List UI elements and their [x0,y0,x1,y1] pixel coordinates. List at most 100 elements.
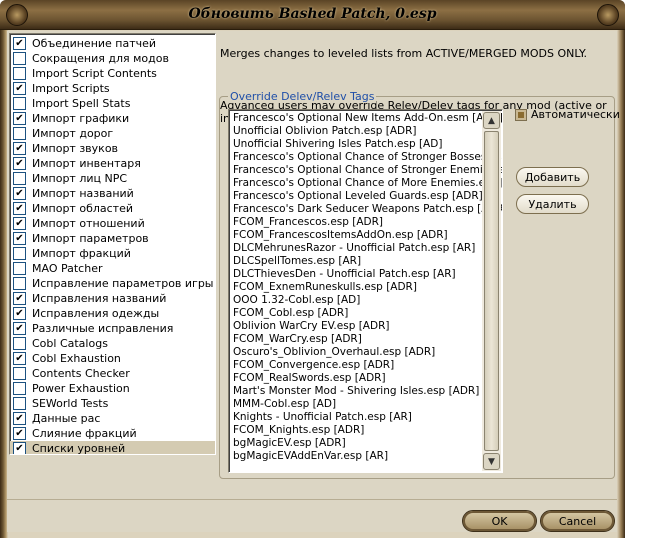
mod-list-item[interactable]: Unofficial Shivering Isles Patch.esp [AD… [233,138,442,151]
patcher-item-checkbox[interactable] [13,397,26,410]
patcher-item-label: MAO Patcher [32,262,103,275]
patcher-item-checkbox[interactable] [13,127,26,140]
patcher-item-checkbox[interactable] [13,157,26,170]
mod-list-item[interactable]: bgMagicEVAddEnVar.esp [AR] [233,450,388,463]
patcher-item[interactable]: Cobl Catalogs [10,336,215,351]
patcher-item-checkbox[interactable] [13,247,26,260]
patcher-checklist[interactable]: Объединение патчей Сокращения для модов Im… [9,33,216,455]
patcher-item-checkbox[interactable] [13,232,26,245]
mod-list-item[interactable]: Francesco's Optional Chance of Stronger … [233,151,502,164]
mod-list-item[interactable]: DLCSpellTomes.esp [AR] [233,255,361,268]
mod-list-item[interactable]: Mart's Monster Mod - Shivering Isles.esp… [233,385,479,398]
patcher-item[interactable]: Import Scripts [10,81,215,96]
patcher-item-checkbox[interactable] [13,142,26,155]
mod-list-item[interactable]: Francesco's Optional Chance of More Enem… [233,177,502,190]
scroll-down-button[interactable]: ▼ [483,453,500,470]
mod-list-item[interactable]: DLCMehrunesRazor - Unofficial Patch.esp … [233,242,475,255]
patcher-item-checkbox[interactable] [13,202,26,215]
cancel-button[interactable]: Cancel [540,510,615,532]
auto-checkbox[interactable]: Автоматически [515,108,620,121]
patcher-item[interactable]: Данные рас [10,411,215,426]
mod-list-item[interactable]: Unofficial Oblivion Patch.esp [ADR] [233,125,416,138]
patcher-item[interactable]: Импорт дорог [10,126,215,141]
scroll-thumb[interactable] [484,131,499,451]
mod-list-item[interactable]: Francesco's Optional Chance of Stronger … [233,164,502,177]
scroll-up-button[interactable]: ▲ [483,112,500,129]
patcher-item-checkbox[interactable] [13,412,26,425]
patcher-item-checkbox[interactable] [13,112,26,125]
mod-list-item[interactable]: Oscuro's_Oblivion_Overhaul.esp [ADR] [233,346,435,359]
override-tags-legend: Override Delev/Relev Tags [228,90,377,103]
mod-list-item[interactable]: FCOM_Convergence.esp [ADR] [233,359,394,372]
patcher-item[interactable]: MAO Patcher [10,261,215,276]
patcher-item-checkbox[interactable] [13,352,26,365]
patcher-item-checkbox[interactable] [13,262,26,275]
patcher-item-checkbox[interactable] [13,52,26,65]
mod-list-item[interactable]: FCOM_Knights.esp [ADR] [233,424,364,437]
patcher-item[interactable]: Импорт параметров [10,231,215,246]
add-button[interactable]: Добавить [516,167,589,187]
patcher-item[interactable]: Списки уровней [10,441,215,454]
mod-list-scrollbar[interactable]: ▲ ▼ [482,111,501,471]
mod-list-item[interactable]: DLCThievesDen - Unofficial Patch.esp [AR… [233,268,456,281]
mod-list-item[interactable]: Knights - Unofficial Patch.esp [AR] [233,411,412,424]
patcher-item[interactable]: Импорт лиц NPC [10,171,215,186]
patcher-item[interactable]: Импорт фракций [10,246,215,261]
mod-list-item[interactable]: FCOM_ExnemRuneskulls.esp [ADR] [233,281,417,294]
auto-checkbox-box[interactable] [515,108,527,121]
patcher-item[interactable]: Объединение патчей [10,36,215,51]
mod-list-item[interactable]: FCOM_FrancescosItemsAddOn.esp [ADR] [233,229,448,242]
patcher-item[interactable]: Различные исправления [10,321,215,336]
patcher-item[interactable]: Import Spell Stats [10,96,215,111]
mod-list-item[interactable]: FCOM_WarCry.esp [ADR] [233,333,362,346]
patcher-item-checkbox[interactable] [13,337,26,350]
ok-button[interactable]: OK [462,510,537,532]
patcher-item-checkbox[interactable] [13,67,26,80]
mod-list-item[interactable]: Francesco's Optional New Items Add-On.es… [233,112,502,125]
remove-button[interactable]: Удалить [516,194,589,214]
mod-list[interactable]: bgMagicEVAddEnVar.esp [AR] bgMagicEV.esp … [228,109,503,473]
patcher-item-checkbox[interactable] [13,277,26,290]
patcher-item[interactable]: Импорт названий [10,186,215,201]
patcher-item-label: Contents Checker [32,367,130,380]
mod-list-item[interactable]: OOO 1.32-Cobl.esp [AD] [233,294,360,307]
patcher-item-checkbox[interactable] [13,82,26,95]
patcher-item-checkbox[interactable] [13,382,26,395]
patcher-item[interactable]: Импорт отношений [10,216,215,231]
patcher-item-checkbox[interactable] [13,187,26,200]
patcher-item-checkbox[interactable] [13,322,26,335]
patcher-item[interactable]: Import Script Contents [10,66,215,81]
patcher-item[interactable]: Импорт областей [10,201,215,216]
patcher-item[interactable]: Импорт инвентаря [10,156,215,171]
patcher-item-checkbox[interactable] [13,97,26,110]
patcher-item[interactable]: Исправления одежды [10,306,215,321]
patcher-item[interactable]: Contents Checker [10,366,215,381]
patcher-item[interactable]: Импорт графики [10,111,215,126]
patcher-item-checkbox[interactable] [13,442,26,454]
patcher-item-checkbox[interactable] [13,307,26,320]
patcher-item[interactable]: Cobl Exhaustion [10,351,215,366]
patcher-item[interactable]: Импорт звуков [10,141,215,156]
mod-list-item[interactable]: FCOM_Cobl.esp [ADR] [233,307,348,320]
mod-list-item[interactable]: MMM-Cobl.esp [AD] [233,398,336,411]
patcher-item[interactable]: Исправления названий [10,291,215,306]
patcher-item[interactable]: Слияние фракций [10,426,215,441]
mod-list-item[interactable]: FCOM_Francescos.esp [ADR] [233,216,383,229]
patcher-item[interactable]: Сокращения для модов [10,51,215,66]
mod-list-item[interactable]: Oblivion WarCry EV.esp [ADR] [233,320,389,333]
patcher-item-checkbox[interactable] [13,217,26,230]
patcher-item-label: Import Script Contents [32,67,157,80]
patcher-item-checkbox[interactable] [13,292,26,305]
patcher-item[interactable]: SEWorld Tests [10,396,215,411]
mod-list-item[interactable]: FCOM_RealSwords.esp [ADR] [233,372,386,385]
mod-list-item[interactable]: Francesco's Dark Seducer Weapons Patch.e… [233,203,502,216]
patcher-item[interactable]: Power Exhaustion [10,381,215,396]
patcher-item-checkbox[interactable] [13,427,26,440]
patcher-item-checkbox[interactable] [13,172,26,185]
mod-list-item[interactable]: bgMagicEV.esp [ADR] [233,437,346,450]
mod-list-item[interactable]: Francesco's Optional Leveled Guards.esp … [233,190,483,203]
patcher-item-checkbox[interactable] [13,37,26,50]
patcher-item-checkbox[interactable] [13,367,26,380]
title-bar[interactable]: Обновить Bashed Patch, 0.esp [0,0,625,30]
patcher-item[interactable]: Исправление параметров игры [10,276,215,291]
